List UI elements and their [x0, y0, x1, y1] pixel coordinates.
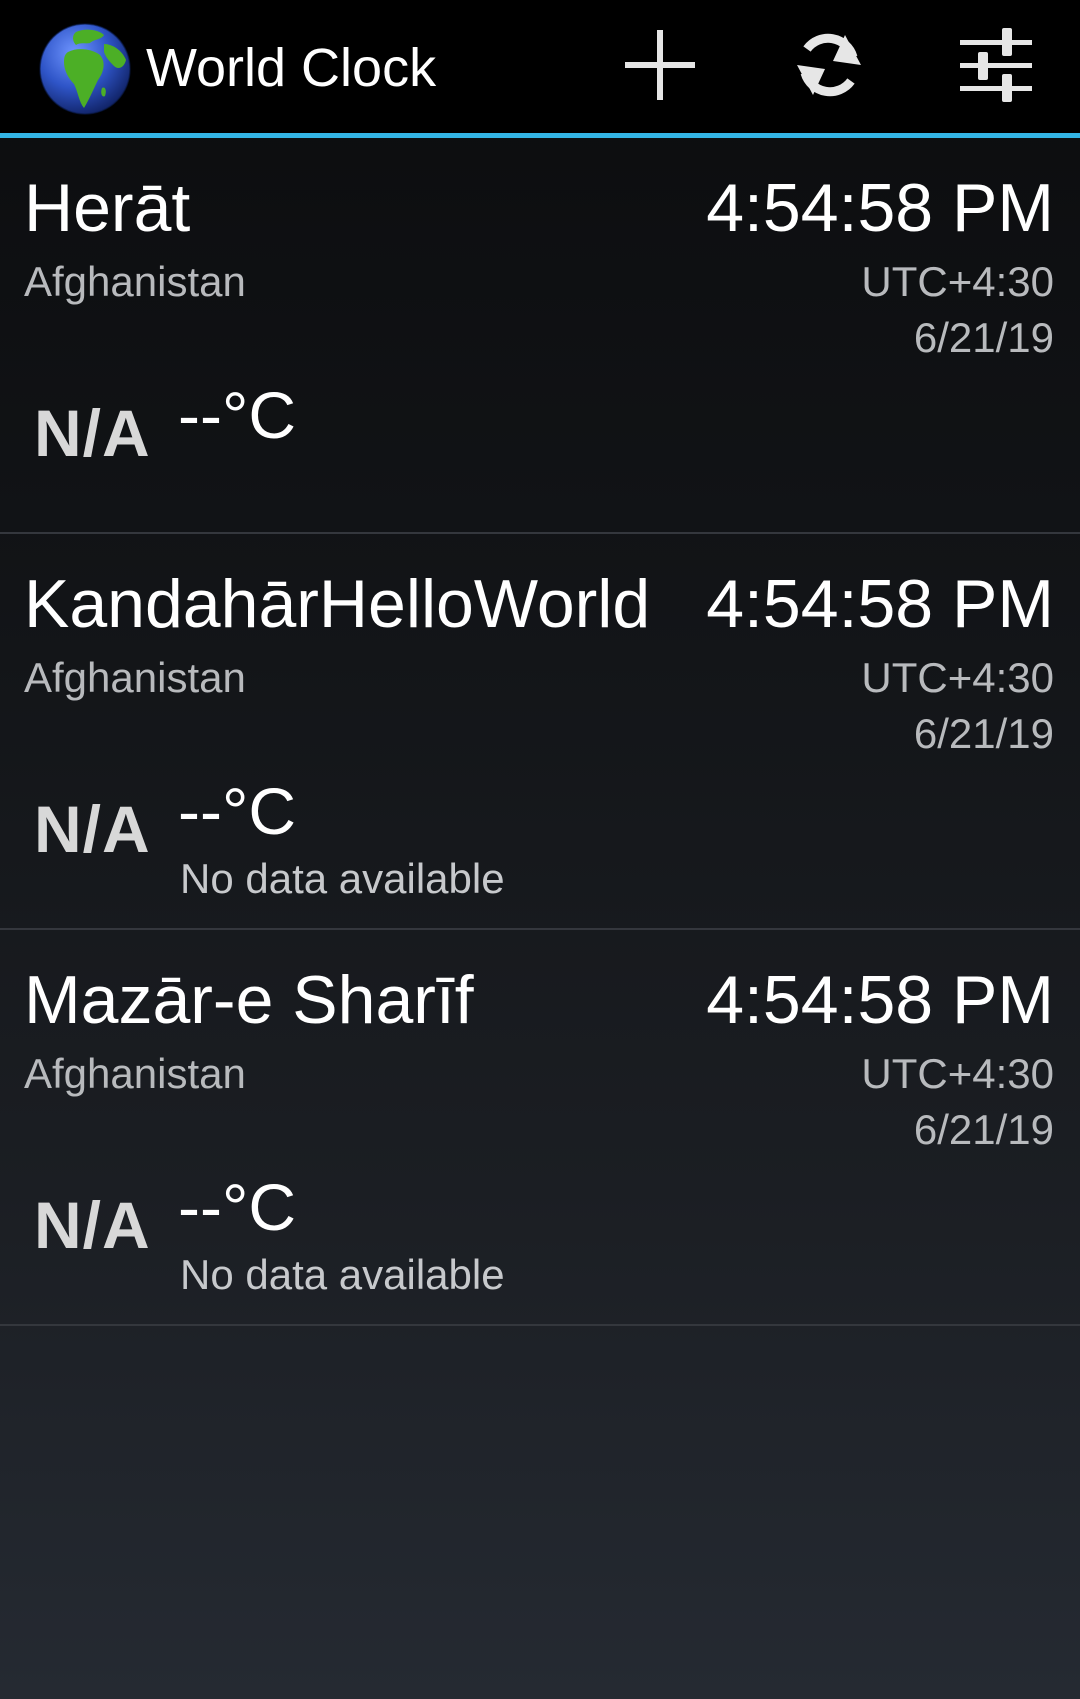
weather-na-icon: N/A	[34, 1188, 151, 1262]
globe-icon[interactable]	[38, 22, 132, 116]
app-title: World Clock	[146, 38, 437, 98]
clock-time: 4:54:58 PM	[706, 170, 1054, 246]
utc-offset: UTC+4:30	[861, 654, 1054, 701]
clock-item-mazar-e-sharif[interactable]: Mazār-e Sharīf Afghanistan 4:54:58 PM UT…	[0, 930, 1080, 1326]
settings-button[interactable]	[946, 22, 1046, 112]
clock-date: 6/21/19	[913, 314, 1054, 361]
city-name: Mazār-e Sharīf	[24, 962, 474, 1038]
clock-time: 4:54:58 PM	[706, 962, 1054, 1038]
weather-description: No data available	[180, 855, 505, 902]
clock-date: 6/21/19	[913, 1106, 1054, 1153]
refresh-icon	[793, 27, 865, 108]
country-name: Afghanistan	[24, 258, 246, 305]
country-name: Afghanistan	[24, 654, 246, 701]
weather-description: No data available	[180, 1251, 505, 1298]
action-bar: World Clock	[0, 0, 1080, 133]
temperature: --°C	[178, 774, 297, 848]
plus-icon	[622, 27, 698, 108]
temperature: --°C	[178, 378, 297, 452]
clock-date: 6/21/19	[913, 710, 1054, 757]
country-name: Afghanistan	[24, 1050, 246, 1097]
city-name: Herāt	[24, 170, 191, 246]
utc-offset: UTC+4:30	[861, 1050, 1054, 1097]
clock-time: 4:54:58 PM	[706, 566, 1054, 642]
sliders-icon	[958, 26, 1034, 109]
weather-na-icon: N/A	[34, 396, 151, 470]
add-clock-button[interactable]	[610, 22, 710, 112]
clock-list: Herāt Afghanistan 4:54:58 PM UTC+4:30 6/…	[0, 138, 1080, 1326]
refresh-button[interactable]	[779, 22, 879, 112]
utc-offset: UTC+4:30	[861, 258, 1054, 305]
clock-item-kandahar[interactable]: KandahārHelloWorld Afghanistan 4:54:58 P…	[0, 534, 1080, 930]
clock-item-herat[interactable]: Herāt Afghanistan 4:54:58 PM UTC+4:30 6/…	[0, 138, 1080, 534]
weather-na-icon: N/A	[34, 792, 151, 866]
city-name: KandahārHelloWorld	[24, 566, 651, 642]
temperature: --°C	[178, 1170, 297, 1244]
